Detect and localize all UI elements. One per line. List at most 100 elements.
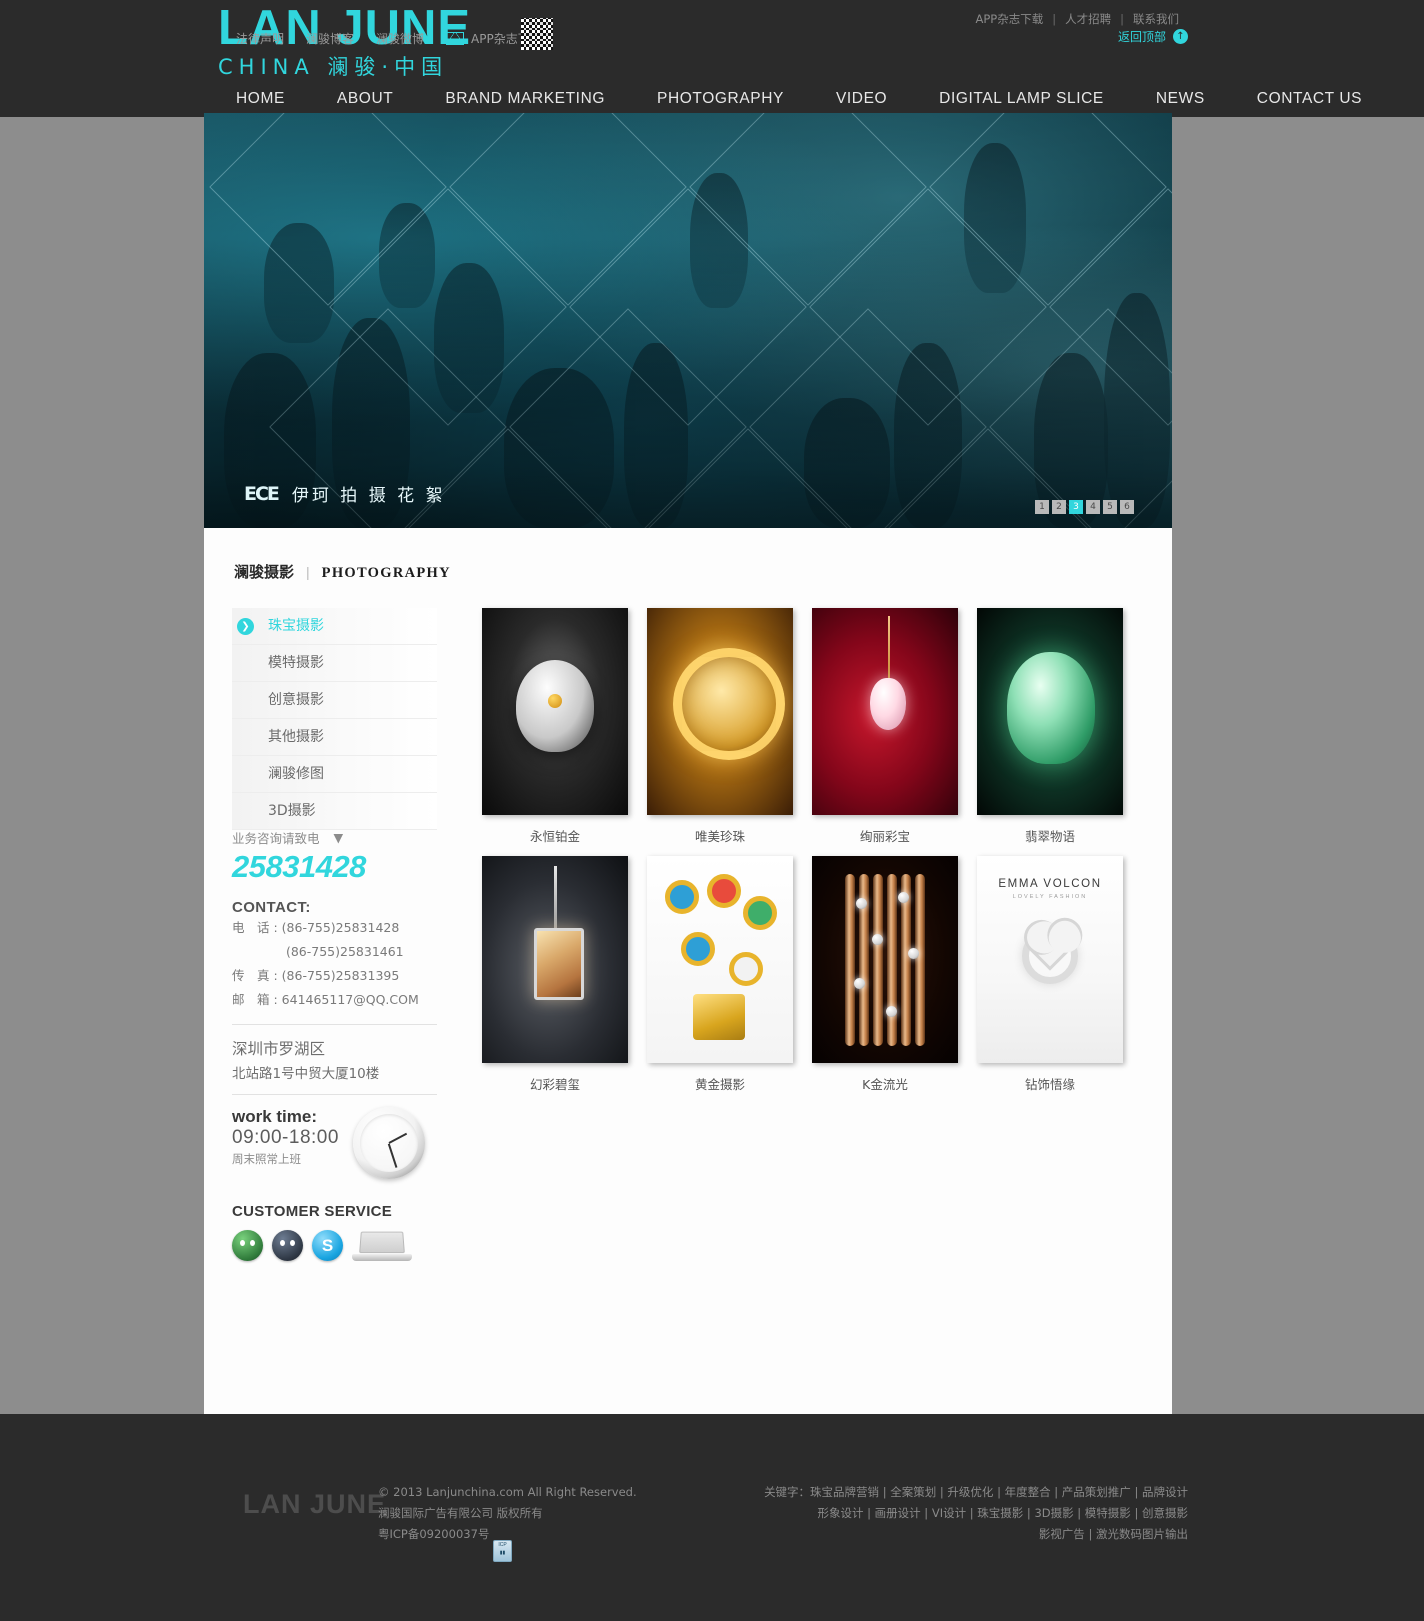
qq-dark-icon[interactable] <box>272 1230 303 1261</box>
gallery-item[interactable]: 幻彩碧玺 <box>482 856 628 1093</box>
gallery-thumbnail[interactable] <box>647 608 793 815</box>
chevron-down-icon: ▼ <box>333 830 344 845</box>
gallery-caption: 幻彩碧玺 <box>529 1077 580 1092</box>
nav-item-photography[interactable]: PHOTOGRAPHY <box>631 86 810 112</box>
footer-logo: LAN JUNE <box>243 1489 387 1519</box>
page-title-divider: | <box>306 564 310 580</box>
gallery-item[interactable]: 永恒铂金 <box>482 608 628 845</box>
sidebar-item-other[interactable]: 其他摄影 <box>232 719 437 756</box>
thumbnail-brand-name: EMMA VOLCON <box>998 878 1102 890</box>
gallery-thumbnail[interactable] <box>482 608 628 815</box>
gallery-caption: K金流光 <box>862 1077 908 1092</box>
footer-link-weibo[interactable]: 澜骏微博 <box>376 30 424 47</box>
photo-gallery: 永恒铂金 唯美珍珠 绚丽彩宝 翡翠物语 幻彩碧玺 黄金摄影 K金流光 EMMA … <box>482 608 1147 1093</box>
contact-heading: CONTACT: <box>232 899 311 916</box>
page-title: 澜骏摄影 | PHOTOGRAPHY <box>234 561 451 582</box>
utility-link-jobs[interactable]: 人才招聘 <box>1065 12 1111 26</box>
qq-green-icon[interactable] <box>232 1230 263 1261</box>
contact-fax: 传 真 : (86-755)25831395 <box>232 968 400 983</box>
back-to-top-button[interactable]: 返回顶部 ↑ <box>1118 28 1188 45</box>
laptop-screen <box>359 1231 405 1254</box>
sidebar-item-label: 模特摄影 <box>268 655 324 671</box>
gallery-item[interactable]: 黄金摄影 <box>647 856 793 1093</box>
sidebar: ❯ 珠宝摄影 模特摄影 创意摄影 其他摄影 澜骏修图 3D摄影 <box>232 608 437 830</box>
call-label-row: 业务咨询请致电 ▼ <box>232 828 437 847</box>
sidebar-item-retouch[interactable]: 澜骏修图 <box>232 756 437 793</box>
page-title-en: PHOTOGRAPHY <box>321 565 451 581</box>
gallery-thumbnail[interactable] <box>647 856 793 1063</box>
icp-badge-icon: ICP ▮▮ <box>493 1540 512 1562</box>
back-to-top-label: 返回顶部 <box>1117 30 1166 44</box>
footer-copyright: © 2013 Lanjunchina.com All Right Reserve… <box>378 1482 637 1545</box>
skype-icon[interactable]: S <box>312 1230 343 1261</box>
gallery-item[interactable]: 唯美珍珠 <box>647 608 793 845</box>
banner-dot-5[interactable]: 5 <box>1103 500 1117 514</box>
gallery-thumbnail[interactable] <box>482 856 628 1063</box>
nav-item-video[interactable]: VIDEO <box>810 86 913 112</box>
utility-link-app[interactable]: APP杂志下载 <box>976 12 1044 26</box>
site-header: LAN JUNE CHINA 澜骏·中国 APP杂志下载 | 人才招聘 | 联系我们 H… <box>0 0 1424 117</box>
address-line-2: 北站路1号中贸大厦10楼 <box>232 1066 380 1082</box>
clock-hour-hand <box>388 1132 408 1144</box>
nav-item-home[interactable]: HOME <box>210 86 311 112</box>
gallery-thumbnail[interactable] <box>812 856 958 1063</box>
call-number: 25831428 <box>232 849 366 884</box>
gallery-item[interactable]: 绚丽彩宝 <box>812 608 958 845</box>
contact-email: 邮 箱 : 641465117@QQ.COM <box>232 992 419 1007</box>
sidebar-item-3d[interactable]: 3D摄影 <box>232 793 437 830</box>
footer-link-legal[interactable]: 法律声明 <box>236 30 284 47</box>
sidebar-item-model[interactable]: 模特摄影 <box>232 645 437 682</box>
utility-separator: | <box>1120 12 1124 26</box>
gallery-item[interactable]: K金流光 <box>812 856 958 1093</box>
divider <box>232 1094 437 1095</box>
banner-dot-6[interactable]: 6 <box>1120 500 1134 514</box>
banner-dot-2[interactable]: 2 <box>1052 500 1066 514</box>
nav-item-about[interactable]: ABOUT <box>311 86 419 112</box>
gallery-caption: 钻饰悟缘 <box>1024 1077 1075 1092</box>
copyright-line-1: © 2013 Lanjunchina.com All Right Reserve… <box>378 1485 637 1499</box>
banner-dot-3[interactable]: 3 <box>1069 500 1083 514</box>
hero-banner[interactable]: ECE 伊珂 拍 摄 花 絮 1 2 3 4 5 6 <box>204 113 1172 528</box>
banner-dot-4[interactable]: 4 <box>1086 500 1100 514</box>
utility-separator: | <box>1052 12 1057 26</box>
nav-item-brand-marketing[interactable]: BRAND MARKETING <box>419 86 631 112</box>
gallery-caption: 翡翠物语 <box>1024 829 1075 844</box>
content-panel: 澜骏摄影 | PHOTOGRAPHY ❯ 珠宝摄影 模特摄影 创意摄影 其他摄影 <box>204 528 1172 1414</box>
gallery-item[interactable]: EMMA VOLCON LOVELY FASHION 钻饰悟缘 <box>977 856 1123 1093</box>
sidebar-item-label: 3D摄影 <box>268 803 316 819</box>
divider <box>232 1024 437 1025</box>
call-label: 业务咨询请致电 <box>232 831 320 846</box>
contact-phone-2: (86-755)25831461 <box>232 944 404 959</box>
sidebar-item-jewelry[interactable]: ❯ 珠宝摄影 <box>232 608 437 645</box>
gallery-thumbnail[interactable] <box>977 608 1123 815</box>
nav-item-digital-lamp-slice[interactable]: DIGITAL LAMP SLICE <box>913 86 1130 112</box>
laptop-icon[interactable] <box>352 1231 412 1261</box>
gallery-thumbnail[interactable]: EMMA VOLCON LOVELY FASHION <box>977 856 1123 1063</box>
nav-item-news[interactable]: NEWS <box>1130 86 1231 112</box>
nav-item-contact-us[interactable]: CONTACT US <box>1231 86 1388 112</box>
gallery-thumbnail[interactable] <box>812 608 958 815</box>
laptop-base <box>352 1254 412 1261</box>
footer-links: 法律声明 澜骏博客 澜骏微博 APP杂志下载 <box>236 30 564 47</box>
copyright-line-2: 澜骏国际广告有限公司 版权所有 <box>378 1506 543 1520</box>
banner-dot-1[interactable]: 1 <box>1035 500 1049 514</box>
footer-link-blog[interactable]: 澜骏博客 <box>306 30 354 47</box>
clock-icon <box>353 1107 425 1179</box>
site-footer <box>0 1414 1424 1621</box>
sidebar-item-creative[interactable]: 创意摄影 <box>232 682 437 719</box>
gallery-caption: 绚丽彩宝 <box>859 829 910 844</box>
banner-brand-mark: ECE <box>244 482 280 505</box>
thumbnail-brand-tagline: LOVELY FASHION <box>1012 894 1088 900</box>
customer-service-title: CUSTOMER SERVICE <box>232 1203 393 1220</box>
chevron-right-icon: ❯ <box>237 618 254 635</box>
banner-scrim <box>204 113 1172 528</box>
sidebar-item-label: 澜骏修图 <box>268 766 324 782</box>
keywords-line-2: 形象设计 | 画册设计 | VI设计 | 珠宝摄影 | 3D摄影 | 模特摄影 … <box>817 1506 1188 1520</box>
sidebar-item-label: 其他摄影 <box>268 729 324 745</box>
utility-link-contact[interactable]: 联系我们 <box>1133 12 1179 26</box>
gallery-item[interactable]: 翡翠物语 <box>977 608 1123 845</box>
page-root: LAN JUNE CHINA 澜骏·中国 APP杂志下载 | 人才招聘 | 联系我们 H… <box>0 0 1424 1621</box>
arrow-up-icon: ↑ <box>1173 29 1188 44</box>
gallery-caption: 唯美珍珠 <box>694 829 745 844</box>
work-time-block: work time: 09:00-18:00 周末照常上班 <box>232 1107 437 1189</box>
